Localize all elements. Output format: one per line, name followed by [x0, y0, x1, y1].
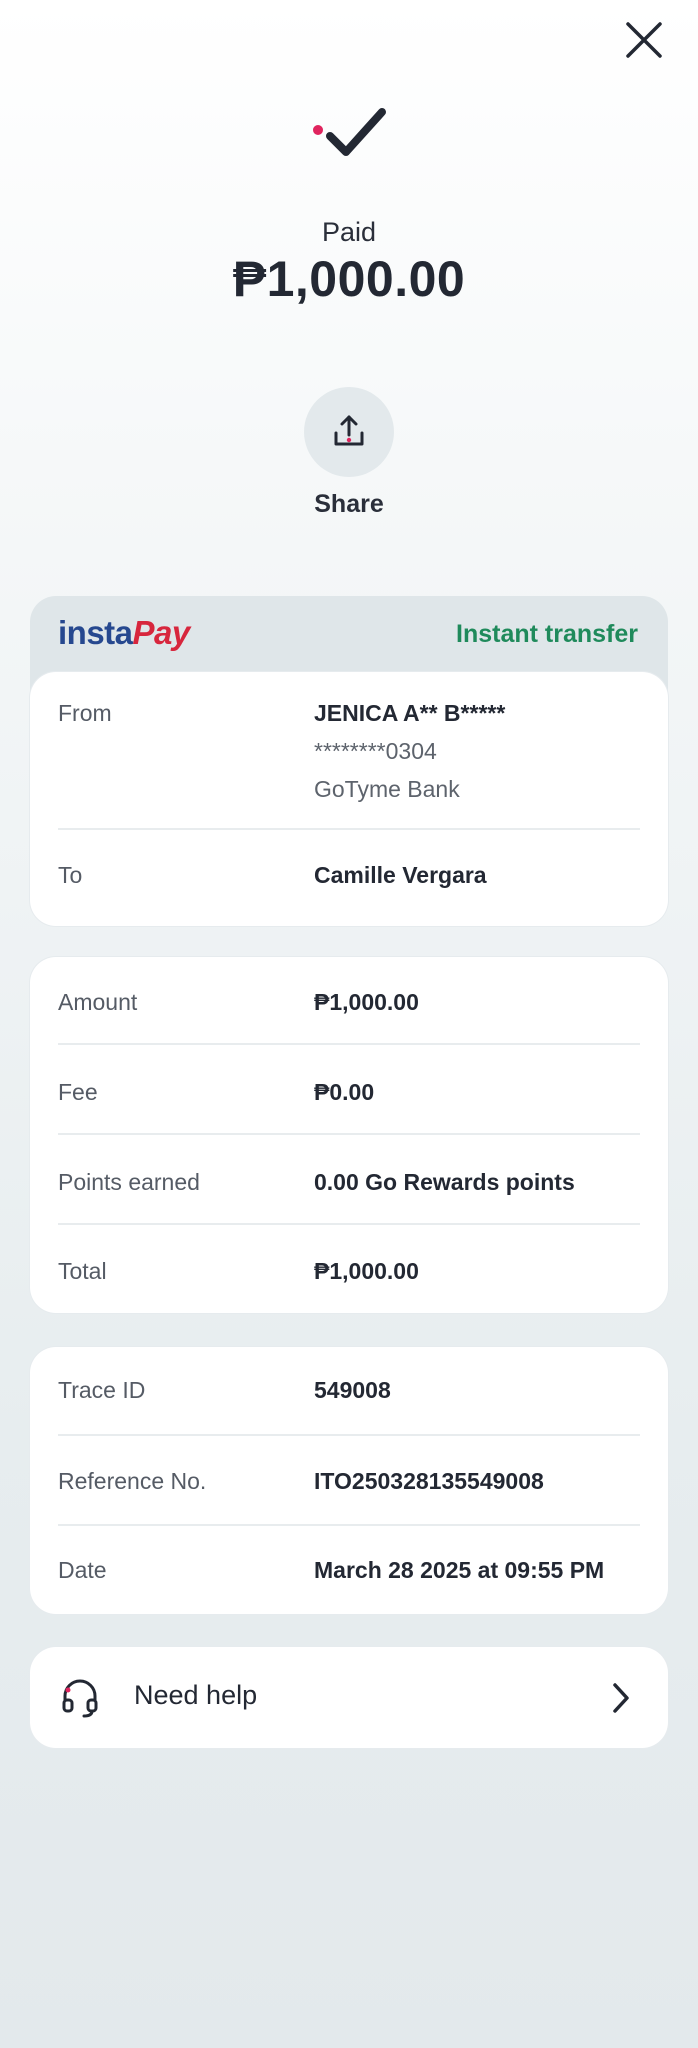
paid-amount: ₱1,000.00: [232, 251, 466, 307]
date-value: March 28 2025 at 09:55 PM: [314, 1557, 605, 1583]
divider: [58, 1524, 640, 1526]
divider: [58, 1043, 640, 1045]
checkmark-icon: [313, 108, 386, 156]
from-account: ********0304: [314, 738, 437, 764]
logo-pay-text: Pay: [132, 614, 191, 651]
details-card: Trace ID 549008 Reference No. ITO2503281…: [30, 1347, 668, 1614]
trace-value: 549008: [314, 1377, 391, 1403]
reference-label: Reference No.: [58, 1468, 207, 1494]
divider: [58, 828, 640, 830]
amount-card: Amount ₱1,000.00 Fee ₱0.00 Points earned…: [30, 957, 668, 1313]
transfer-card: instaPay Instant transfer From JENICA A*…: [30, 596, 668, 926]
amount-value: ₱1,000.00: [314, 989, 419, 1015]
fee-value: ₱0.00: [314, 1079, 375, 1105]
from-label: From: [58, 700, 112, 726]
reference-value: ITO250328135549008: [314, 1468, 544, 1494]
need-help-label: Need help: [134, 1680, 258, 1710]
close-button[interactable]: [622, 18, 668, 64]
status-label: Paid: [321, 217, 377, 247]
to-label: To: [58, 862, 83, 888]
logo-insta-text: insta: [58, 614, 133, 651]
need-help-button[interactable]: Need help: [30, 1647, 668, 1748]
from-bank: GoTyme Bank: [314, 776, 460, 802]
instapay-logo: instaPay: [58, 614, 190, 654]
fee-label: Fee: [58, 1079, 98, 1105]
date-label: Date: [58, 1557, 107, 1583]
divider: [58, 1434, 640, 1436]
chevron-right-icon: [613, 1683, 629, 1713]
amount-label: Amount: [58, 989, 138, 1015]
close-icon: [626, 22, 662, 58]
share-button[interactable]: [304, 387, 394, 477]
total-label: Total: [58, 1258, 107, 1284]
divider: [58, 1223, 640, 1225]
points-label: Points earned: [58, 1169, 200, 1195]
trace-label: Trace ID: [58, 1377, 146, 1403]
points-value: 0.00 Go Rewards points: [314, 1169, 575, 1195]
headset-icon: [62, 1679, 98, 1718]
share-upload-icon: [334, 415, 364, 446]
to-name: Camille Vergara: [314, 862, 487, 888]
divider: [58, 1133, 640, 1135]
transfer-type: Instant transfer: [456, 620, 638, 648]
total-value: ₱1,000.00: [314, 1258, 419, 1284]
success-check: [308, 100, 388, 170]
parties-card: From JENICA A** B***** ********0304 GoTy…: [30, 672, 668, 926]
from-name: JENICA A** B*****: [314, 700, 506, 726]
share-label: Share: [314, 490, 384, 518]
